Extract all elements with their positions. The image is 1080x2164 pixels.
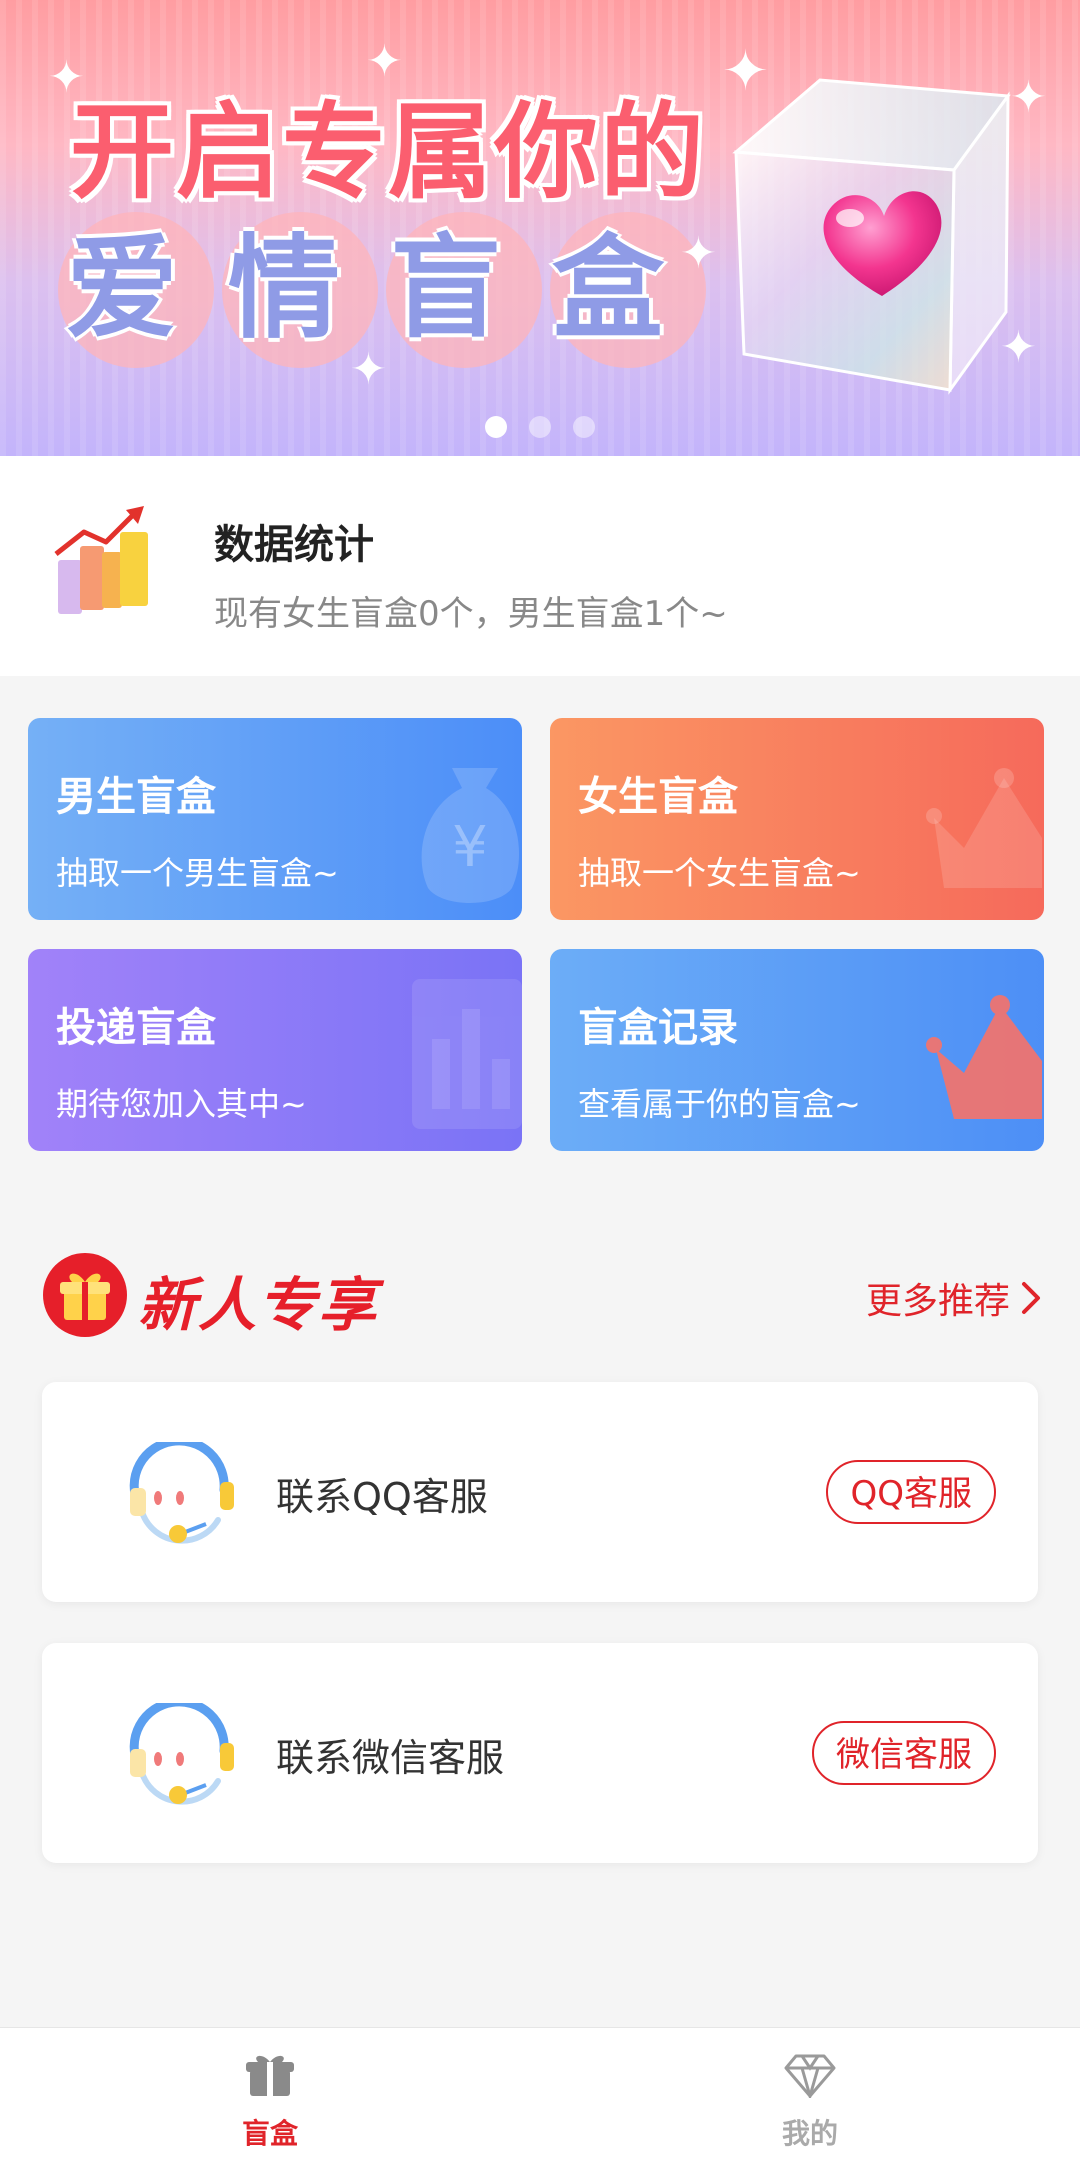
crown-icon [924,969,1044,1139]
stats-subtitle: 现有女生盲盒0个，男生盲盒1个~ [214,594,728,634]
bar-chart-icon [50,502,160,622]
pagination-dot-active[interactable] [485,416,507,438]
female-blind-box-card[interactable]: 女生盲盒 抽取一个女生盲盒~ [550,718,1044,920]
banner-headline: 开启专属你的 [70,91,707,213]
card-subtitle: 期待您加入其中~ [56,1085,307,1123]
pagination-dot[interactable] [529,416,551,438]
contact-label: 联系QQ客服 [276,1475,488,1519]
more-recommendations-link[interactable]: 更多推荐 [866,1272,1042,1324]
stats-title: 数据统计 [214,522,374,568]
more-link-label: 更多推荐 [865,1281,1010,1322]
sparkle-icon: ✦ [350,344,387,395]
qq-support-button[interactable]: QQ客服 [826,1460,996,1524]
chevron-right-icon [1022,1282,1040,1314]
sparkle-icon: ✦ [48,52,85,103]
section-title: 新人专享 [138,1271,379,1339]
sparkle-icon: ✦ [680,228,717,279]
crown-icon [924,738,1044,908]
bottom-tab-bar: 盲盒 我的 [0,2027,1080,2164]
contact-label: 联系微信客服 [276,1736,505,1780]
card-subtitle: 抽取一个男生盲盒~ [56,854,339,892]
gift-icon [42,1252,128,1338]
tab-mine[interactable]: 我的 [540,2028,1080,2164]
banner-subheadline: 爱情盲盒 [66,224,714,354]
wechat-support-card[interactable]: 联系微信客服 微信客服 [42,1643,1038,1863]
promo-banner[interactable]: 开启专属你的 爱情盲盒 ✦ ✦ ✦ ✦ ✦ ✦ ✦ [0,0,1080,456]
banner-pagination [0,416,1080,444]
svg-text:¥: ¥ [452,815,488,880]
card-title: 投递盲盒 [56,1005,216,1051]
headset-icon [128,1436,238,1548]
post-blind-box-card[interactable]: 投递盲盒 期待您加入其中~ [28,949,522,1151]
qq-support-card[interactable]: 联系QQ客服 QQ客服 [42,1382,1038,1602]
data-statistics-panel: 数据统计 现有女生盲盒0个，男生盲盒1个~ [0,456,1080,676]
blind-box-record-card[interactable]: 盲盒记录 查看属于你的盲盒~ [550,949,1044,1151]
tab-label: 我的 [781,2117,838,2150]
card-subtitle: 抽取一个女生盲盒~ [578,854,861,892]
tab-label: 盲盒 [241,2117,298,2150]
card-subtitle: 查看属于你的盲盒~ [578,1085,861,1123]
pagination-dot[interactable] [573,416,595,438]
male-blind-box-card[interactable]: 男生盲盒 抽取一个男生盲盒~ ¥ [28,718,522,920]
money-bag-icon: ¥ [402,738,522,908]
headset-icon [128,1697,238,1809]
gift-icon [244,2052,296,2098]
heart-cube-illustration [722,56,1022,406]
chart-icon [402,969,522,1139]
wechat-support-button[interactable]: 微信客服 [812,1721,996,1785]
card-title: 盲盒记录 [578,1005,738,1051]
card-title: 男生盲盒 [56,774,216,820]
tab-blind-box[interactable]: 盲盒 [0,2028,540,2164]
diamond-icon [784,2052,836,2102]
card-title: 女生盲盒 [578,774,738,820]
sparkle-icon: ✦ [366,36,403,87]
